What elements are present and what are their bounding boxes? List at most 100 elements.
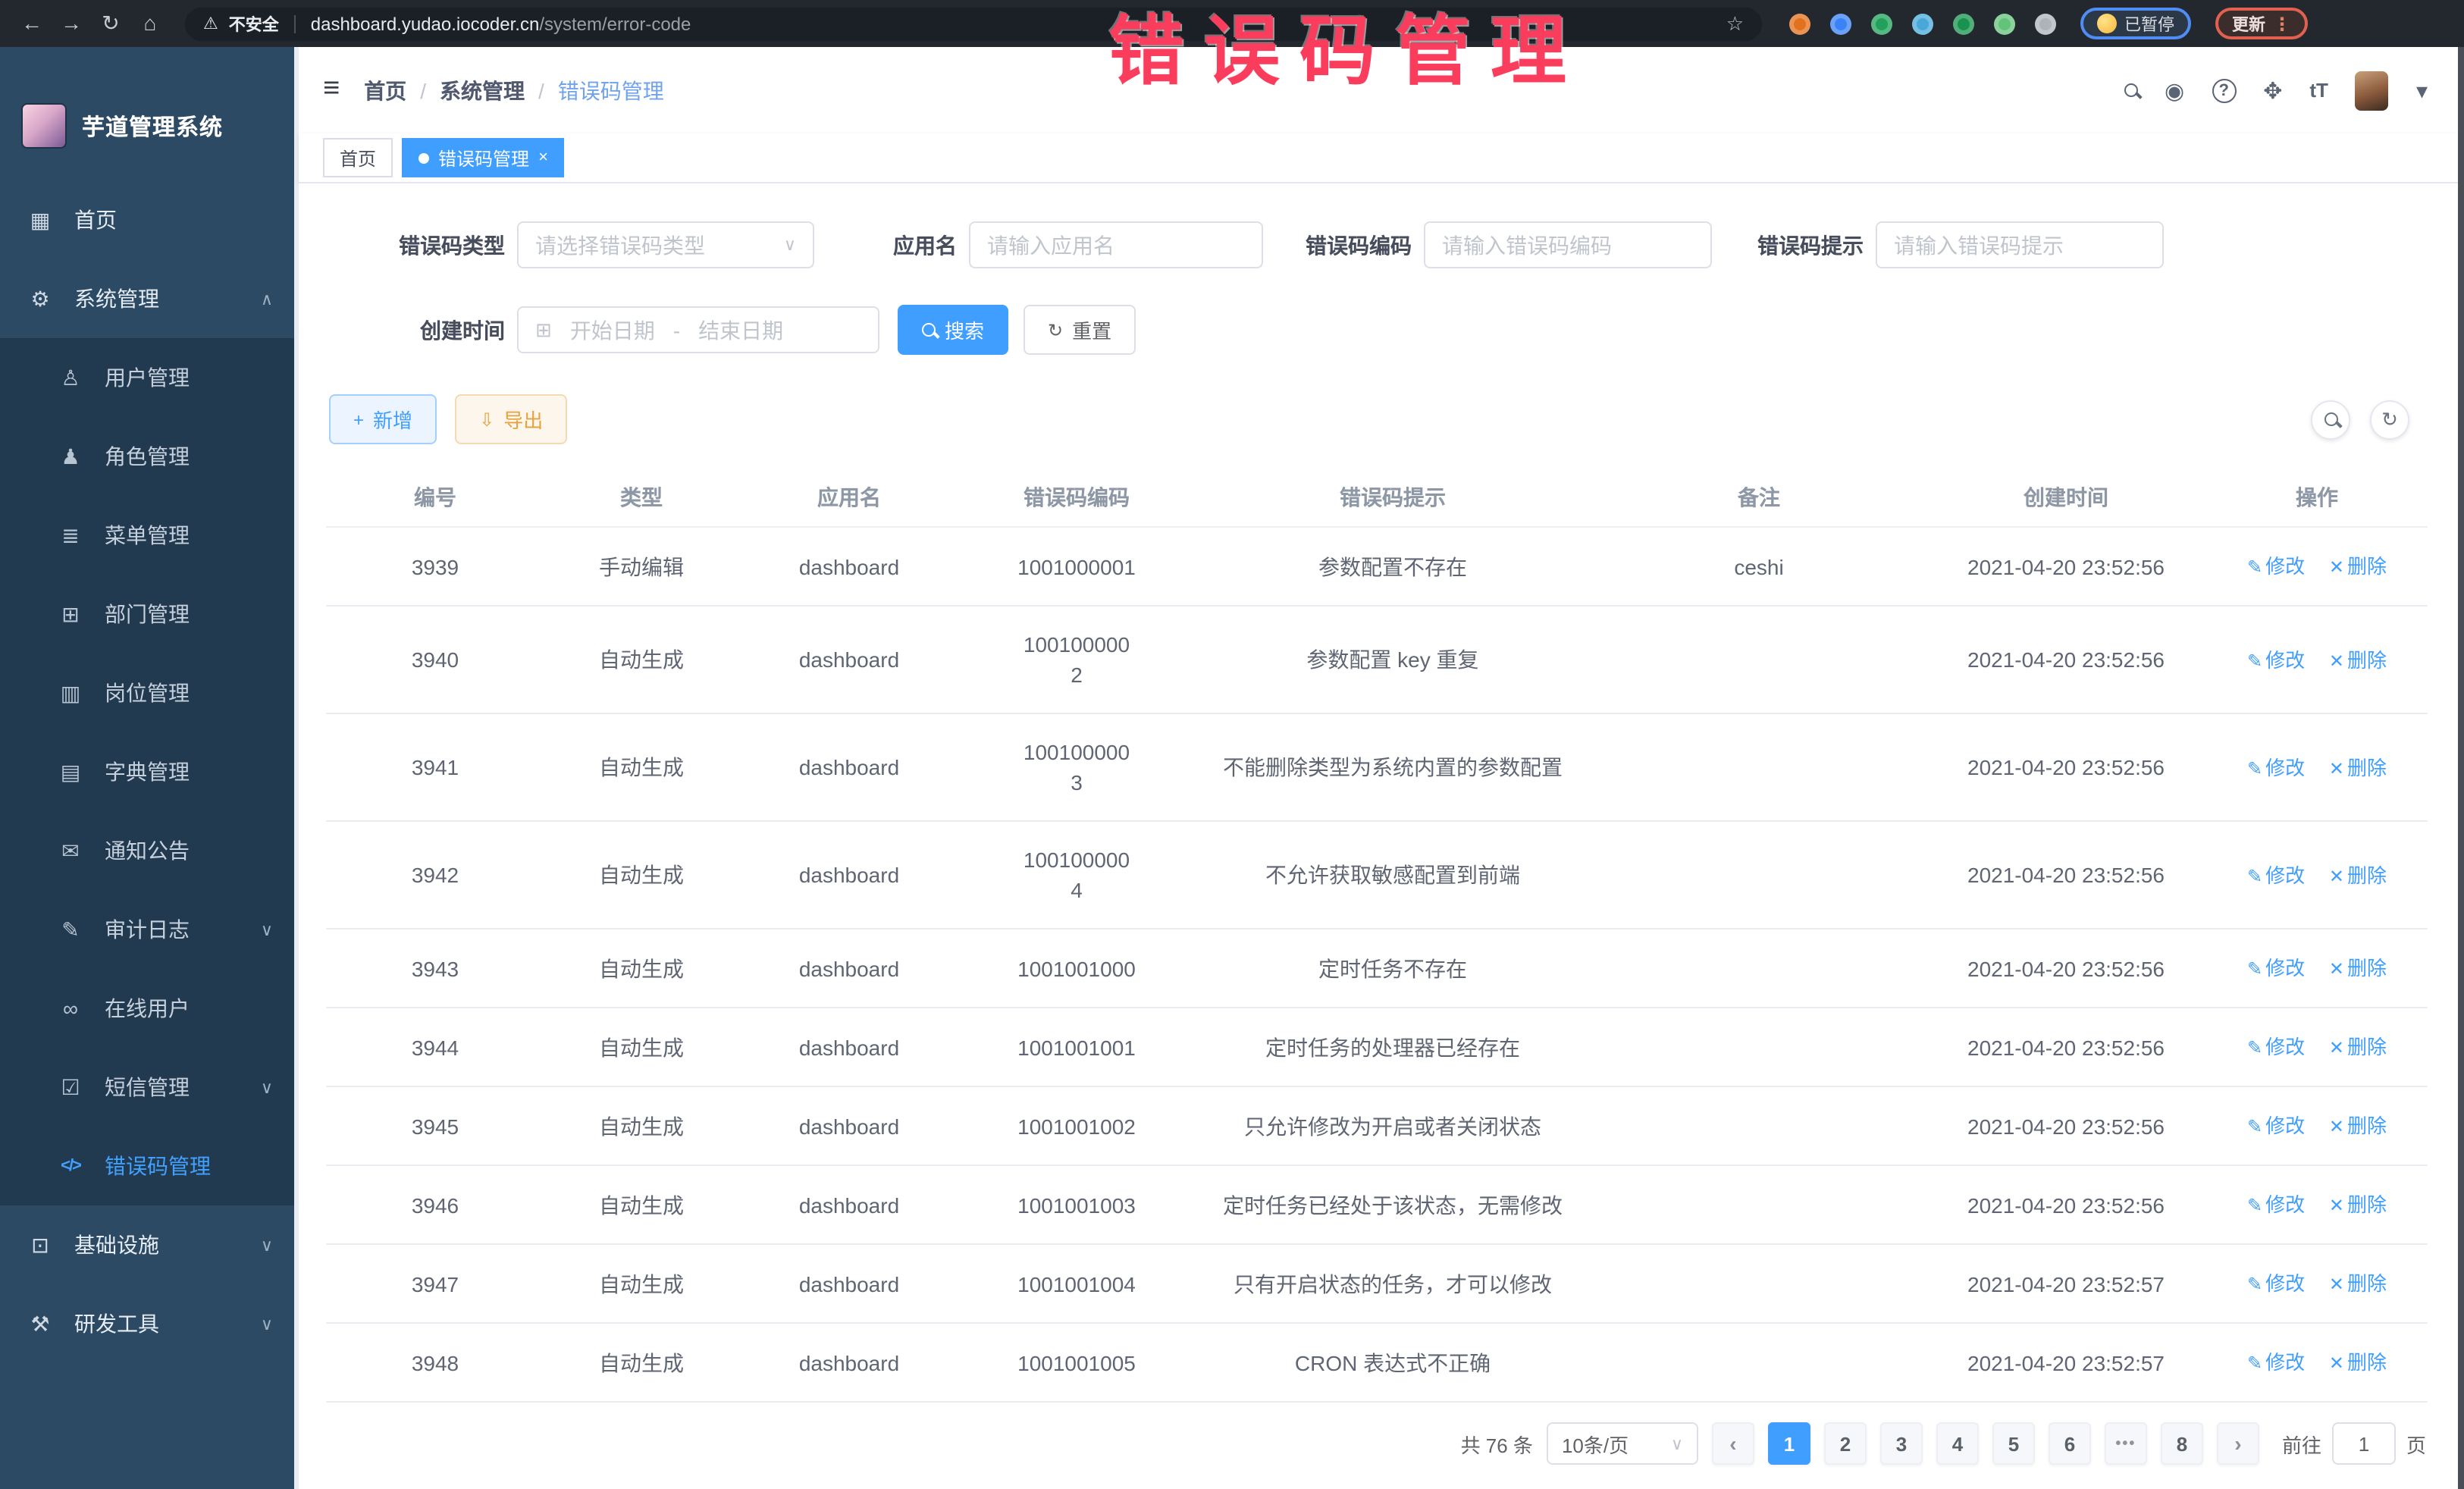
security-label[interactable]: 不安全	[229, 11, 279, 36]
next-page-button[interactable]: ›	[2217, 1422, 2259, 1465]
extension-icon[interactable]	[1789, 13, 1810, 34]
edit-button[interactable]: ✎修改	[2247, 1036, 2305, 1058]
sidebar-item[interactable]: ▤ 字典管理	[0, 732, 294, 811]
page-number-button[interactable]: 6	[2049, 1422, 2091, 1465]
page-tab[interactable]: 错误码管理 ×	[402, 138, 565, 177]
edit-button[interactable]: ✎修改	[2247, 1114, 2305, 1137]
sidebar-item[interactable]: </> 错误码管理	[0, 1127, 294, 1205]
edit-button[interactable]: ✎修改	[2247, 957, 2305, 980]
delete-button[interactable]: ✕删除	[2329, 648, 2387, 671]
close-icon[interactable]: ×	[538, 149, 548, 166]
caret-down-icon[interactable]: ▾	[2416, 77, 2428, 104]
sidebar-item[interactable]: ✎ 审计日志 ∨	[0, 890, 294, 969]
browser-scrollbar[interactable]	[2458, 47, 2464, 1489]
sidebar-item[interactable]: ⊞ 部门管理	[0, 575, 294, 654]
delete-button[interactable]: ✕删除	[2329, 864, 2387, 886]
url-text[interactable]: dashboard.yudao.iocoder.cn/system/error-…	[311, 13, 691, 34]
home-icon[interactable]: ⌂	[133, 0, 167, 47]
page-number-button[interactable]: 8	[2161, 1422, 2203, 1465]
delete-button[interactable]: ✕删除	[2329, 1193, 2387, 1216]
edit-button[interactable]: ✎修改	[2247, 756, 2305, 779]
help-icon[interactable]: ?	[2212, 78, 2236, 102]
page-number-button[interactable]: 1	[1768, 1422, 1810, 1465]
sidebar-item[interactable]: ≣ 菜单管理	[0, 496, 294, 575]
browser-menu-icon[interactable]: ⋮	[2273, 13, 2291, 34]
address-bar[interactable]: ⚠ 不安全 dashboard.yudao.iocoder.cn/system/…	[185, 7, 1762, 40]
sidebar-item[interactable]: ⚙ 系统管理 ∧	[0, 259, 294, 338]
cell-time: 2021-04-20 23:52:56	[1926, 606, 2206, 713]
delete-button[interactable]: ✕删除	[2329, 1351, 2387, 1374]
page-tab[interactable]: 首页	[323, 138, 393, 177]
user-avatar[interactable]	[2356, 71, 2389, 110]
forward-icon[interactable]: →	[55, 0, 88, 47]
breadcrumb-item[interactable]: 系统管理	[440, 75, 525, 105]
hamburger-icon[interactable]: ≡	[323, 72, 340, 105]
edit-button[interactable]: ✎修改	[2247, 648, 2305, 671]
app-name-input[interactable]: 请输入应用名	[969, 221, 1263, 268]
error-code-input[interactable]: 请输入错误码编码	[1424, 221, 1712, 268]
sidebar-item[interactable]: ▥ 岗位管理	[0, 654, 294, 732]
page-size-select[interactable]: 10条/页 ∨	[1547, 1422, 1698, 1465]
search-button[interactable]: 搜索	[898, 305, 1008, 355]
github-icon[interactable]: ◉	[2165, 77, 2184, 104]
reload-icon[interactable]: ↻	[94, 0, 127, 47]
add-button[interactable]: + 新增	[329, 394, 437, 444]
error-type-select[interactable]: 请选择错误码类型 ∨	[517, 221, 814, 268]
extension-icon[interactable]	[1912, 13, 1933, 34]
sidebar-item[interactable]: ✉ 通知公告	[0, 811, 294, 890]
cell-app: dashboard	[738, 1008, 960, 1086]
delete-button[interactable]: ✕删除	[2329, 756, 2387, 779]
sidebar-item[interactable]: ♟ 角色管理	[0, 417, 294, 496]
breadcrumb-item[interactable]: 错误码管理	[558, 75, 664, 105]
edit-button[interactable]: ✎修改	[2247, 555, 2305, 578]
page-number-button[interactable]: 3	[1880, 1422, 1923, 1465]
delete-button[interactable]: ✕删除	[2329, 555, 2387, 578]
profile-chip[interactable]: 已暂停	[2080, 8, 2191, 39]
sidebar-logo-row[interactable]: 芋道管理系统	[0, 47, 294, 180]
sidebar-item[interactable]: ▦ 首页	[0, 180, 294, 259]
sidebar-item[interactable]: ∞ 在线用户	[0, 969, 294, 1048]
edit-button[interactable]: ✎修改	[2247, 1351, 2305, 1374]
back-icon[interactable]: ←	[15, 0, 49, 47]
extension-icon[interactable]	[1953, 13, 1974, 34]
search-icon[interactable]	[2124, 77, 2137, 103]
date-range-picker[interactable]: ⊞ 开始日期 - 结束日期	[517, 306, 879, 353]
page-number-button[interactable]: 2	[1824, 1422, 1867, 1465]
delete-button[interactable]: ✕删除	[2329, 1114, 2387, 1137]
toggle-search-button[interactable]	[2311, 400, 2350, 439]
cell-time: 2021-04-20 23:52:56	[1926, 527, 2206, 606]
refresh-table-button[interactable]: ↻	[2370, 400, 2409, 439]
edit-button[interactable]: ✎修改	[2247, 864, 2305, 886]
cell-msg: 只允许修改为开启或者关闭状态	[1193, 1086, 1592, 1165]
page-number-button[interactable]: 4	[1936, 1422, 1979, 1465]
sidebar-item[interactable]: ⊡ 基础设施 ∨	[0, 1205, 294, 1284]
bookmark-star-icon[interactable]: ☆	[1726, 11, 1744, 36]
page-number-button[interactable]: •••	[2105, 1422, 2147, 1465]
delete-button[interactable]: ✕删除	[2329, 1036, 2387, 1058]
column-header-id: 编号	[326, 469, 544, 527]
fullscreen-icon[interactable]: ✥	[2263, 77, 2282, 104]
sidebar-item[interactable]: ☑ 短信管理 ∨	[0, 1048, 294, 1127]
export-button[interactable]: ⇩ 导出	[455, 394, 567, 444]
edit-button[interactable]: ✎修改	[2247, 1272, 2305, 1295]
sidebar-item[interactable]: ♙ 用户管理	[0, 338, 294, 417]
extension-icon[interactable]	[1871, 13, 1892, 34]
extension-icon[interactable]	[1830, 13, 1851, 34]
delete-button[interactable]: ✕删除	[2329, 1272, 2387, 1295]
edit-button[interactable]: ✎修改	[2247, 1193, 2305, 1216]
cell-msg: 不能删除类型为系统内置的参数配置	[1193, 713, 1592, 821]
extension-icon[interactable]	[2035, 13, 2056, 34]
error-msg-input[interactable]: 请输入错误码提示	[1876, 221, 2164, 268]
browser-update-button[interactable]: 更新 ⋮	[2215, 8, 2308, 39]
goto-page-input[interactable]: 1	[2332, 1422, 2396, 1465]
reset-button[interactable]: ↻ 重置	[1024, 305, 1136, 355]
column-header-type: 类型	[544, 469, 738, 527]
page-size-value: 10条/页	[1562, 1429, 1629, 1458]
breadcrumb-item[interactable]: 首页	[364, 75, 406, 105]
sidebar-item[interactable]: ⚒ 研发工具 ∨	[0, 1284, 294, 1363]
delete-button[interactable]: ✕删除	[2329, 957, 2387, 980]
font-size-icon[interactable]: tT	[2309, 79, 2328, 102]
page-number-button[interactable]: 5	[1992, 1422, 2035, 1465]
extension-icon[interactable]	[1994, 13, 2015, 34]
prev-page-button[interactable]: ‹	[1712, 1422, 1754, 1465]
